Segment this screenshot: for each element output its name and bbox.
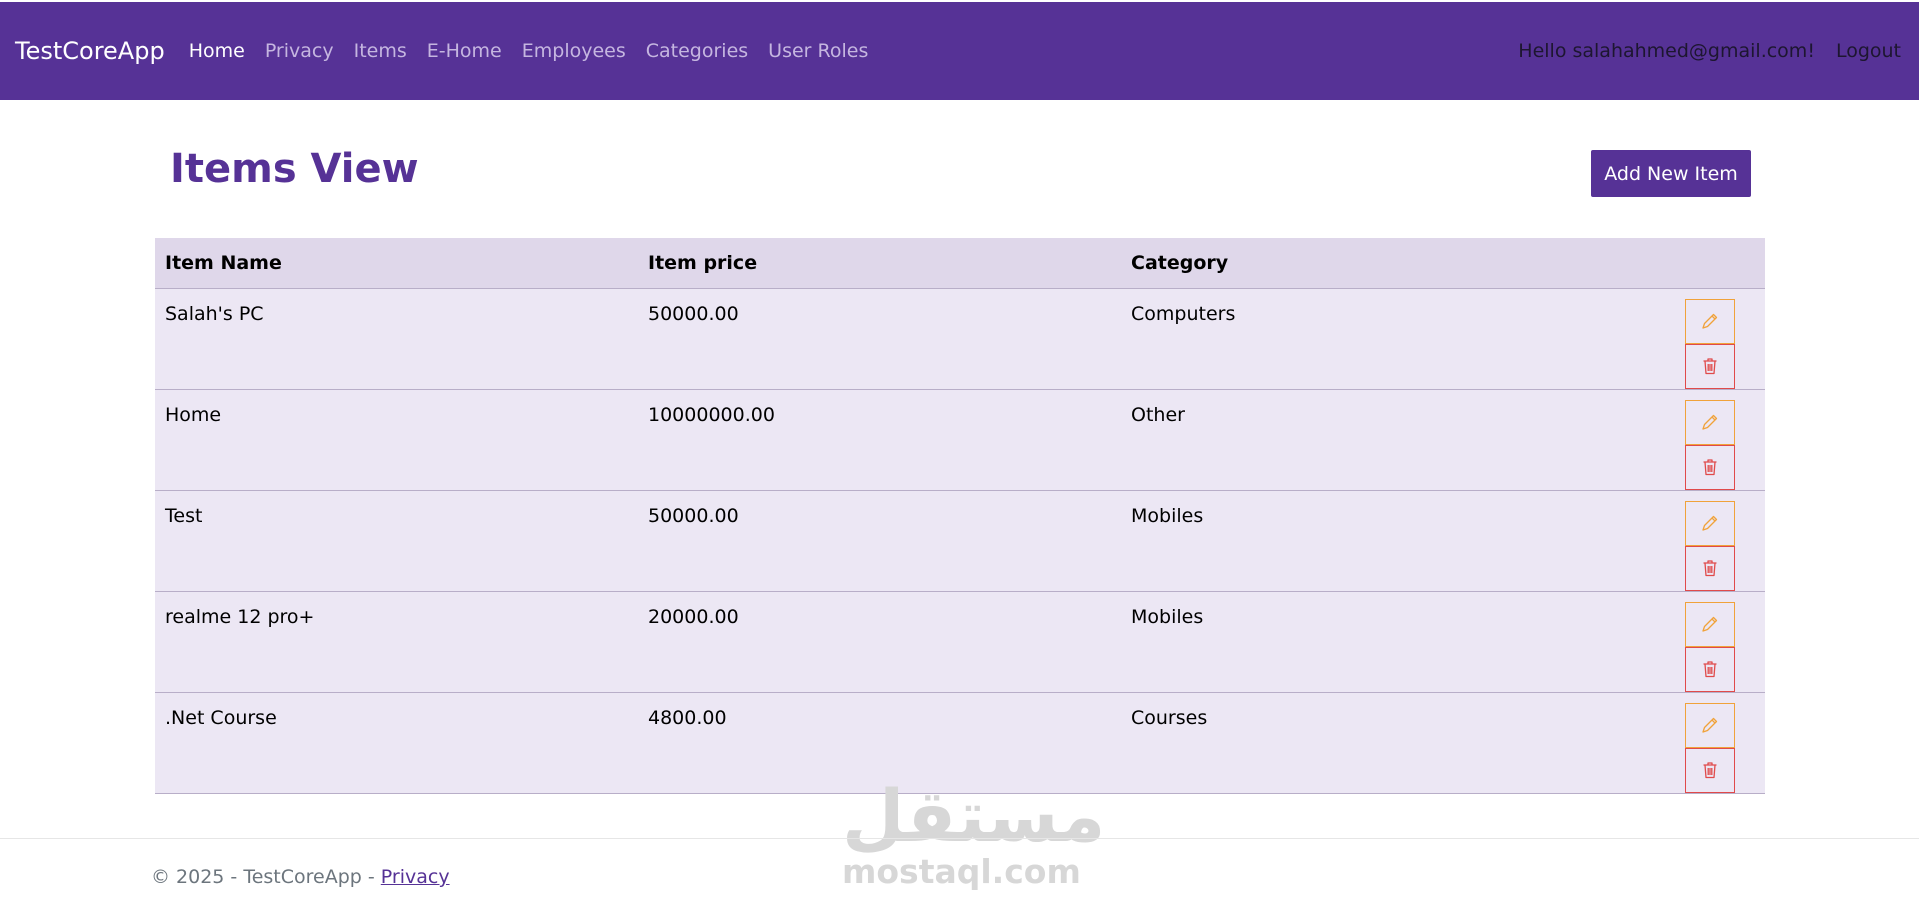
cell-item-name: .Net Course: [155, 692, 638, 794]
nav-link-items[interactable]: Items: [344, 40, 417, 62]
items-table: Item Name Item price Category Salah's PC…: [155, 238, 1765, 794]
nav-link-home[interactable]: Home: [179, 40, 255, 62]
brand-link[interactable]: TestCoreApp: [15, 37, 165, 65]
trash-icon: [1703, 762, 1717, 779]
table-body: Salah's PC 50000.00 Computers Home 10000…: [155, 288, 1765, 794]
delete-button[interactable]: [1685, 545, 1735, 591]
footer-privacy-link[interactable]: Privacy: [381, 866, 450, 888]
edit-button[interactable]: [1685, 500, 1735, 546]
table-header-row: Item Name Item price Category: [155, 238, 1765, 289]
trash-icon: [1703, 358, 1717, 375]
page-title: Items View: [170, 146, 419, 192]
pencil-icon: [1702, 414, 1718, 430]
cell-item-name: Salah's PC: [155, 288, 638, 390]
cell-actions: [1604, 490, 1765, 592]
edit-button[interactable]: [1685, 601, 1735, 647]
cell-category: Mobiles: [1121, 490, 1604, 592]
header-item-name: Item Name: [155, 238, 638, 289]
cell-actions: [1604, 692, 1765, 794]
delete-button[interactable]: [1685, 646, 1735, 692]
user-greeting[interactable]: Hello salahahmed@gmail.com!: [1518, 40, 1815, 62]
nav-link-categories[interactable]: Categories: [636, 40, 758, 62]
table-row: Salah's PC 50000.00 Computers: [155, 288, 1765, 390]
header-category: Category: [1121, 238, 1604, 289]
cell-item-price: 20000.00: [638, 591, 1121, 693]
nav-link-e-home[interactable]: E-Home: [417, 40, 512, 62]
pencil-icon: [1702, 717, 1718, 733]
items-table-container: Item Name Item price Category Salah's PC…: [155, 238, 1765, 794]
cell-item-price: 50000.00: [638, 490, 1121, 592]
table-row: Home 10000000.00 Other: [155, 389, 1765, 491]
delete-button[interactable]: [1685, 747, 1735, 793]
nav-link-privacy[interactable]: Privacy: [255, 40, 344, 62]
navbar: TestCoreApp Home Privacy Items E-Home Em…: [0, 2, 1919, 100]
nav-link-user-roles[interactable]: User Roles: [758, 40, 878, 62]
footer: © 2025 - TestCoreApp - Privacy: [151, 866, 450, 888]
nav-link-employees[interactable]: Employees: [512, 40, 636, 62]
add-new-item-button[interactable]: Add New Item: [1591, 150, 1751, 197]
trash-icon: [1703, 459, 1717, 476]
footer-divider: [0, 838, 1919, 839]
cell-item-name: Test: [155, 490, 638, 592]
header-item-price: Item price: [638, 238, 1121, 289]
trash-icon: [1703, 560, 1717, 577]
cell-category: Computers: [1121, 288, 1604, 390]
edit-button[interactable]: [1685, 399, 1735, 445]
logout-link[interactable]: Logout: [1836, 40, 1901, 62]
delete-button[interactable]: [1685, 444, 1735, 490]
cell-actions: [1604, 288, 1765, 390]
table-row: Test 50000.00 Mobiles: [155, 490, 1765, 592]
cell-category: Courses: [1121, 692, 1604, 794]
footer-copyright: © 2025 - TestCoreApp -: [151, 866, 381, 888]
nav-links: Home Privacy Items E-Home Employees Cate…: [179, 40, 879, 62]
table-header: Item Name Item price Category: [155, 238, 1765, 289]
cell-item-price: 10000000.00: [638, 389, 1121, 491]
cell-category: Mobiles: [1121, 591, 1604, 693]
delete-button[interactable]: [1685, 343, 1735, 389]
cell-item-price: 50000.00: [638, 288, 1121, 390]
watermark-latin-text: mostaql.com: [842, 852, 1081, 891]
edit-button[interactable]: [1685, 702, 1735, 748]
header-actions: [1604, 238, 1765, 289]
nav-user-area: Hello salahahmed@gmail.com! Logout: [1518, 40, 1901, 62]
cell-category: Other: [1121, 389, 1604, 491]
cell-actions: [1604, 591, 1765, 693]
watermark-arabic-text: مستقل: [842, 774, 1106, 858]
pencil-icon: [1702, 616, 1718, 632]
pencil-icon: [1702, 515, 1718, 531]
table-row: realme 12 pro+ 20000.00 Mobiles: [155, 591, 1765, 693]
mostaql-watermark: مستقل mostaql.com: [842, 774, 1106, 892]
cell-actions: [1604, 389, 1765, 491]
pencil-icon: [1702, 313, 1718, 329]
trash-icon: [1703, 661, 1717, 678]
edit-button[interactable]: [1685, 298, 1735, 344]
cell-item-name: Home: [155, 389, 638, 491]
cell-item-name: realme 12 pro+: [155, 591, 638, 693]
